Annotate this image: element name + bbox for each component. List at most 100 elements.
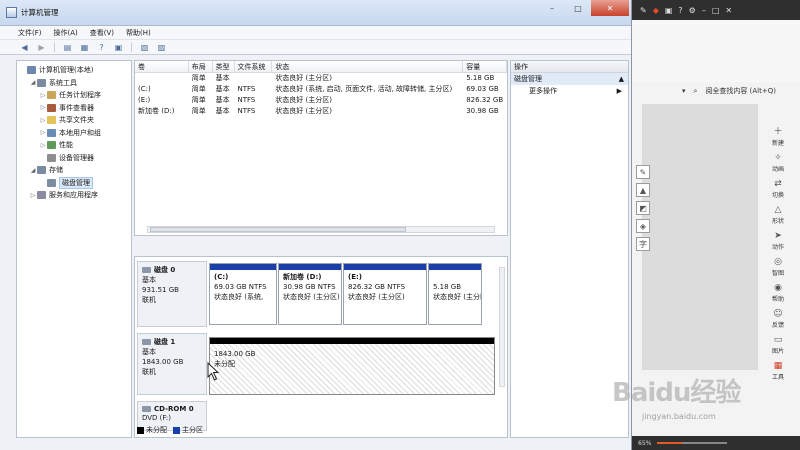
event-icon — [47, 103, 56, 112]
column-layout[interactable]: 布局 — [189, 61, 213, 72]
tree-node-label: 磁盘管理 — [59, 176, 93, 189]
pointer-icon[interactable]: ◆ — [653, 6, 659, 15]
table-row[interactable]: 简单 基本 状态良好 (主分区) 5.18 GB — [135, 73, 507, 84]
tree-node[interactable]: ▷ 本地用户和组 — [17, 127, 131, 140]
settings-icon[interactable]: ▨ — [155, 41, 168, 53]
tree-node[interactable]: 设备管理器 — [17, 152, 131, 165]
side-tool-toolbox[interactable]: ▦ 工具 — [772, 360, 784, 382]
menu-file[interactable]: 文件(F) — [18, 28, 42, 38]
vertical-scrollbar[interactable] — [499, 267, 505, 387]
disk-1-label[interactable]: 磁盘 1 基本 1843.00 GB 联机 — [137, 333, 207, 395]
expand-icon[interactable]: ▷ — [39, 142, 47, 149]
menu-help[interactable]: 帮助(H) — [126, 28, 151, 38]
search-box[interactable]: ▾ ⌕ 阅全查找内容 (Alt+Q) — [642, 84, 792, 98]
crop-icon[interactable]: ◩ — [636, 201, 650, 215]
menu-view[interactable]: 查看(V) — [90, 28, 114, 38]
back-icon[interactable]: ◀ — [18, 41, 31, 53]
tree-node[interactable]: ▷ 任务计划程序 — [17, 89, 131, 102]
expand-icon[interactable]: ▷ — [39, 104, 47, 111]
tree-node-label: 计算机管理(本地) — [39, 66, 94, 75]
tree-node[interactable]: ▷ 性能 — [17, 139, 131, 152]
tree-node-label: 存储 — [49, 166, 63, 175]
side-tool-feedback[interactable]: ☺ 反馈 — [772, 308, 784, 330]
side-tool-shape[interactable]: △ 形状 — [772, 204, 784, 226]
arrow-down-icon[interactable]: ▾ — [682, 87, 686, 95]
slide-canvas[interactable] — [642, 104, 758, 370]
column-type[interactable]: 类型 — [213, 61, 235, 72]
toolbar-separator — [54, 42, 55, 52]
disk-0-status: 联机 — [142, 296, 156, 304]
app-close-icon[interactable]: ✕ — [725, 6, 732, 15]
tree-node[interactable]: ▷ 共享文件夹 — [17, 114, 131, 127]
horizontal-scrollbar[interactable] — [147, 226, 495, 233]
unallocated-space[interactable]: 1843.00 GB 未分配 — [209, 337, 495, 395]
expand-icon[interactable]: ▷ — [39, 92, 47, 99]
forward-icon[interactable]: ▶ — [35, 41, 48, 53]
side-tool-new[interactable]: ＋ 新建 — [772, 126, 784, 148]
table-row[interactable]: 新加卷 (D:) 简单 基本 NTFS 状态良好 (主分区) 30.98 GB — [135, 106, 507, 117]
settings-gear-icon[interactable]: ⚙ — [689, 6, 696, 15]
app-restore-icon[interactable]: □ — [712, 6, 720, 15]
partition-e[interactable]: (E:) 826.32 GB NTFS 状态良好 (主分区) — [343, 263, 427, 325]
table-row[interactable]: (E:) 简单 基本 NTFS 状态良好 (主分区) 826.32 GB — [135, 95, 507, 106]
export-icon[interactable]: ▧ — [138, 41, 151, 53]
tree-node[interactable]: ◢ 系统工具 — [17, 77, 131, 90]
side-tool-smart-image[interactable]: ◎ 智图 — [772, 256, 784, 278]
side-tool-action[interactable]: ➤ 动作 — [772, 230, 784, 252]
disk-icon — [142, 267, 151, 273]
column-capacity[interactable]: 容量 — [463, 61, 507, 72]
pin-icon[interactable]: ▲ — [636, 183, 650, 197]
side-tool-transition[interactable]: ⇄ 切换 — [772, 178, 784, 200]
pen-icon[interactable]: ✎ — [640, 6, 647, 15]
side-tool-help[interactable]: ◉ 帮助 — [772, 282, 784, 304]
table-row[interactable]: (C:) 简单 基本 NTFS 状态良好 (系统, 启动, 页面文件, 活动, 故障转储… — [135, 84, 507, 95]
search-icon: ⌕ — [693, 86, 698, 95]
edit-icon[interactable]: ✎ — [636, 165, 650, 179]
tree-node[interactable]: ▷ 事件查看器 — [17, 102, 131, 115]
expand-icon[interactable]: ◢ — [29, 167, 37, 174]
tree-node-label: 事件查看器 — [59, 103, 94, 112]
tree-node[interactable]: 计算机管理(本地) — [17, 64, 131, 77]
scrollbar-thumb[interactable] — [150, 227, 406, 232]
column-filesystem[interactable]: 文件系统 — [235, 61, 273, 72]
side-tool-label: 新建 — [771, 140, 784, 147]
collapse-icon[interactable]: ▲ — [619, 73, 624, 85]
more-actions-item[interactable]: 更多操作 ▶ — [511, 85, 628, 97]
minimize-button[interactable]: – — [539, 0, 565, 16]
partition-e-text: (E:) 826.32 GB NTFS 状态良好 (主分区) — [344, 270, 426, 304]
tree-node[interactable]: ◢ 存储 — [17, 164, 131, 177]
expand-icon[interactable]: ◢ — [29, 79, 37, 86]
cell-layout: 简单 — [191, 107, 206, 115]
actions-section-label: 磁盘管理 — [514, 75, 542, 83]
computer-management-window: 计算机管理 – □ ✕ 文件(F) 操作(A) 查看(V) 帮助(H) ◀ ▶ … — [0, 0, 632, 450]
layers-icon[interactable]: ◈ — [636, 219, 650, 233]
side-tool-picture[interactable]: ▭ 图片 — [772, 334, 784, 356]
maximize-button[interactable]: □ — [565, 0, 591, 16]
close-button[interactable]: ✕ — [591, 0, 629, 16]
side-tool-label: 形状 — [771, 218, 784, 225]
help-round-icon[interactable]: ? — [678, 6, 682, 15]
title-bar[interactable]: 计算机管理 – □ ✕ — [0, 0, 631, 26]
refresh-icon[interactable]: ▣ — [112, 41, 125, 53]
partition-d[interactable]: 新加卷 (D:) 30.98 GB NTFS 状态良好 (主分区) — [278, 263, 342, 325]
console-tree-icon[interactable]: ▤ — [61, 41, 74, 53]
app-minimize-icon[interactable]: – — [702, 6, 706, 15]
properties-icon[interactable]: ▦ — [78, 41, 91, 53]
expand-icon[interactable]: ▷ — [39, 117, 47, 124]
expand-icon[interactable]: ▷ — [39, 129, 47, 136]
column-volume[interactable]: 卷 — [135, 61, 189, 72]
tree-node[interactable]: 磁盘管理 — [17, 176, 131, 190]
tree-node[interactable]: ▷ 服务和应用程序 — [17, 189, 131, 202]
side-tool-animation[interactable]: ✧ 动画 — [772, 152, 784, 174]
zoom-slider[interactable] — [657, 442, 728, 444]
actions-section-disk-management[interactable]: 磁盘管理 ▲ — [511, 73, 628, 85]
menu-action[interactable]: 操作(A) — [54, 28, 78, 38]
partition-recovery[interactable]: 5.18 GB 状态良好 (主分区 — [428, 263, 482, 325]
column-status[interactable]: 状态 — [272, 61, 464, 72]
text-icon[interactable]: 字 — [636, 237, 650, 251]
partition-c[interactable]: (C:) 69.03 GB NTFS 状态良好 (系统, — [209, 263, 277, 325]
help-icon[interactable]: ? — [95, 41, 108, 53]
box-icon[interactable]: ▣ — [665, 6, 673, 15]
disk-0-label[interactable]: 磁盘 0 基本 931.51 GB 联机 — [137, 261, 207, 327]
expand-icon[interactable]: ▷ — [29, 192, 37, 199]
